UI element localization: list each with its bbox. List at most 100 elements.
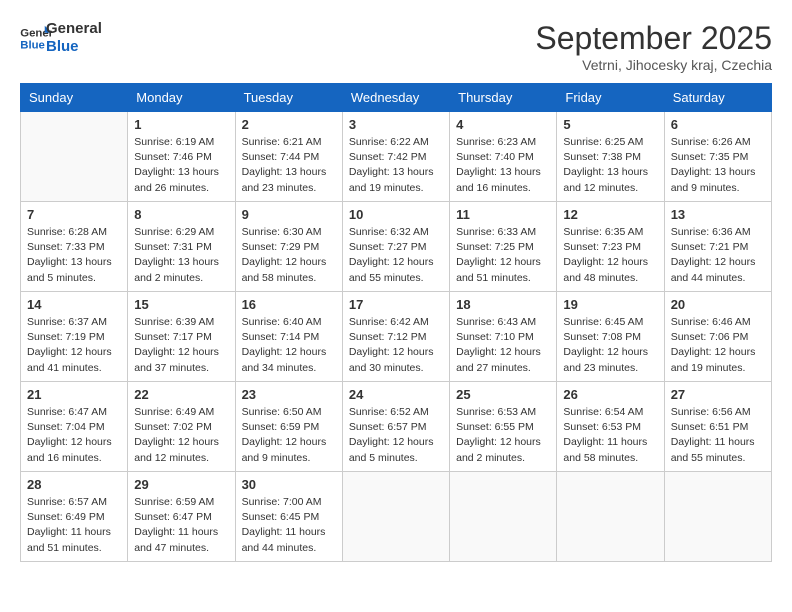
day-number: 16 [242,297,336,312]
day-info: Sunrise: 6:46 AM Sunset: 7:06 PM Dayligh… [671,315,765,376]
day-number: 22 [134,387,228,402]
calendar-cell: 21Sunrise: 6:47 AM Sunset: 7:04 PM Dayli… [21,382,128,472]
day-number: 5 [563,117,657,132]
calendar-cell: 1 Sunrise: 6:19 AM Sunset: 7:46 PM Daylig… [128,112,235,202]
day-info: Sunrise: 6:19 AM Sunset: 7:46 PM Dayligh… [134,135,228,196]
day-number: 25 [456,387,550,402]
col-header-sunday: Sunday [21,84,128,112]
calendar-cell: 12Sunrise: 6:35 AM Sunset: 7:23 PM Dayli… [557,202,664,292]
calendar-cell: 11Sunrise: 6:33 AM Sunset: 7:25 PM Dayli… [450,202,557,292]
calendar-cell: 9 Sunrise: 6:30 AM Sunset: 7:29 PM Daylig… [235,202,342,292]
day-info: Sunrise: 6:50 AM Sunset: 6:59 PM Dayligh… [242,405,336,466]
calendar-cell: 13 Sunrise: 6:36 AM Sunset: 7:21 PM Dayli… [664,202,771,292]
calendar-week-1: 1 Sunrise: 6:19 AM Sunset: 7:46 PM Daylig… [21,112,772,202]
calendar-cell: 27Sunrise: 6:56 AM Sunset: 6:51 PM Dayli… [664,382,771,472]
day-number: 28 [27,477,121,492]
calendar-cell: 29Sunrise: 6:59 AM Sunset: 6:47 PM Dayli… [128,472,235,562]
calendar-cell [664,472,771,562]
calendar-cell: 18 Sunrise: 6:43 AM Sunset: 7:10 PM Dayli… [450,292,557,382]
day-number: 18 [456,297,550,312]
day-number: 15 [134,297,228,312]
calendar-header: SundayMondayTuesdayWednesdayThursdayFrid… [21,84,772,112]
day-info: Sunrise: 6:28 AM Sunset: 7:33 PM Dayligh… [27,225,121,286]
calendar-cell [557,472,664,562]
day-info: Sunrise: 7:00 AM Sunset: 6:45 PM Dayligh… [242,495,336,556]
day-info: Sunrise: 6:36 AM Sunset: 7:21 PM Dayligh… [671,225,765,286]
calendar-cell: 10Sunrise: 6:32 AM Sunset: 7:27 PM Dayli… [342,202,449,292]
col-header-wednesday: Wednesday [342,84,449,112]
logo: General Blue General Blue [20,20,102,56]
logo-blue: Blue [46,38,102,56]
col-header-saturday: Saturday [664,84,771,112]
calendar-cell: 26Sunrise: 6:54 AM Sunset: 6:53 PM Dayli… [557,382,664,472]
day-number: 3 [349,117,443,132]
calendar-table: SundayMondayTuesdayWednesdayThursdayFrid… [20,83,772,562]
day-number: 2 [242,117,336,132]
day-info: Sunrise: 6:21 AM Sunset: 7:44 PM Dayligh… [242,135,336,196]
day-info: Sunrise: 6:22 AM Sunset: 7:42 PM Dayligh… [349,135,443,196]
calendar-cell: 20 Sunrise: 6:46 AM Sunset: 7:06 PM Dayli… [664,292,771,382]
svg-text:Blue: Blue [20,40,45,52]
calendar-cell: 14 Sunrise: 6:37 AM Sunset: 7:19 PM Dayli… [21,292,128,382]
calendar-cell: 25 Sunrise: 6:53 AM Sunset: 6:55 PM Dayli… [450,382,557,472]
calendar-cell: 2 Sunrise: 6:21 AM Sunset: 7:44 PM Daylig… [235,112,342,202]
day-number: 8 [134,207,228,222]
day-info: Sunrise: 6:39 AM Sunset: 7:17 PM Dayligh… [134,315,228,376]
col-header-monday: Monday [128,84,235,112]
calendar-cell: 30 Sunrise: 7:00 AM Sunset: 6:45 PM Dayli… [235,472,342,562]
calendar-week-2: 7 Sunrise: 6:28 AM Sunset: 7:33 PM Daylig… [21,202,772,292]
day-number: 7 [27,207,121,222]
day-number: 12 [563,207,657,222]
calendar-week-5: 28 Sunrise: 6:57 AM Sunset: 6:49 PM Dayli… [21,472,772,562]
day-number: 1 [134,117,228,132]
col-header-thursday: Thursday [450,84,557,112]
page-header: General Blue General Blue September 2025… [20,20,772,73]
calendar-cell [21,112,128,202]
day-number: 20 [671,297,765,312]
logo-general: General [46,20,102,38]
calendar-cell: 19Sunrise: 6:45 AM Sunset: 7:08 PM Dayli… [557,292,664,382]
day-info: Sunrise: 6:56 AM Sunset: 6:51 PM Dayligh… [671,405,765,466]
calendar-cell: 7 Sunrise: 6:28 AM Sunset: 7:33 PM Daylig… [21,202,128,292]
day-info: Sunrise: 6:29 AM Sunset: 7:31 PM Dayligh… [134,225,228,286]
day-info: Sunrise: 6:37 AM Sunset: 7:19 PM Dayligh… [27,315,121,376]
day-number: 30 [242,477,336,492]
day-number: 9 [242,207,336,222]
day-number: 29 [134,477,228,492]
calendar-cell: 16 Sunrise: 6:40 AM Sunset: 7:14 PM Dayli… [235,292,342,382]
day-number: 24 [349,387,443,402]
calendar-week-3: 14 Sunrise: 6:37 AM Sunset: 7:19 PM Dayli… [21,292,772,382]
title-block: September 2025 Vetrni, Jihocesky kraj, C… [535,20,772,73]
calendar-cell [342,472,449,562]
day-info: Sunrise: 6:25 AM Sunset: 7:38 PM Dayligh… [563,135,657,196]
day-info: Sunrise: 6:47 AM Sunset: 7:04 PM Dayligh… [27,405,121,466]
day-number: 26 [563,387,657,402]
day-info: Sunrise: 6:57 AM Sunset: 6:49 PM Dayligh… [27,495,121,556]
calendar-cell: 24 Sunrise: 6:52 AM Sunset: 6:57 PM Dayli… [342,382,449,472]
calendar-week-4: 21Sunrise: 6:47 AM Sunset: 7:04 PM Dayli… [21,382,772,472]
day-number: 6 [671,117,765,132]
calendar-cell: 23 Sunrise: 6:50 AM Sunset: 6:59 PM Dayli… [235,382,342,472]
calendar-cell: 17 Sunrise: 6:42 AM Sunset: 7:12 PM Dayli… [342,292,449,382]
calendar-cell: 3 Sunrise: 6:22 AM Sunset: 7:42 PM Daylig… [342,112,449,202]
day-info: Sunrise: 6:45 AM Sunset: 7:08 PM Dayligh… [563,315,657,376]
day-info: Sunrise: 6:52 AM Sunset: 6:57 PM Dayligh… [349,405,443,466]
location: Vetrni, Jihocesky kraj, Czechia [535,57,772,73]
day-number: 17 [349,297,443,312]
calendar-cell: 8 Sunrise: 6:29 AM Sunset: 7:31 PM Daylig… [128,202,235,292]
calendar-cell: 5 Sunrise: 6:25 AM Sunset: 7:38 PM Daylig… [557,112,664,202]
day-info: Sunrise: 6:43 AM Sunset: 7:10 PM Dayligh… [456,315,550,376]
day-number: 13 [671,207,765,222]
col-header-friday: Friday [557,84,664,112]
day-info: Sunrise: 6:23 AM Sunset: 7:40 PM Dayligh… [456,135,550,196]
day-info: Sunrise: 6:53 AM Sunset: 6:55 PM Dayligh… [456,405,550,466]
day-info: Sunrise: 6:42 AM Sunset: 7:12 PM Dayligh… [349,315,443,376]
day-number: 23 [242,387,336,402]
day-number: 10 [349,207,443,222]
day-info: Sunrise: 6:40 AM Sunset: 7:14 PM Dayligh… [242,315,336,376]
calendar-cell: 6Sunrise: 6:26 AM Sunset: 7:35 PM Daylig… [664,112,771,202]
calendar-cell [450,472,557,562]
col-header-tuesday: Tuesday [235,84,342,112]
day-number: 14 [27,297,121,312]
day-info: Sunrise: 6:30 AM Sunset: 7:29 PM Dayligh… [242,225,336,286]
